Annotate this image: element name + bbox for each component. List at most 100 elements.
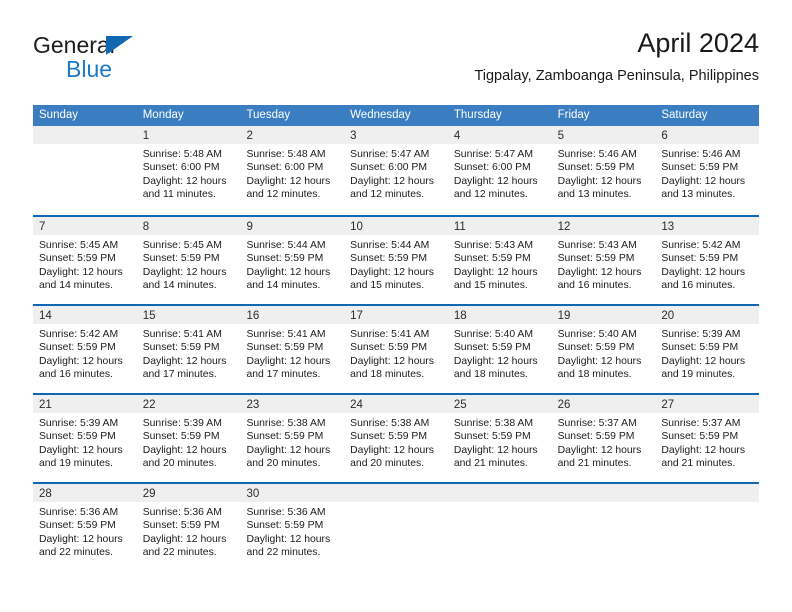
day-details: Sunrise: 5:45 AM Sunset: 5:59 PM Daylight:…: [137, 235, 241, 293]
day-number-band: 21: [33, 395, 137, 413]
day-details: Sunrise: 5:37 AM Sunset: 5:59 PM Daylight:…: [552, 413, 656, 471]
calendar-day-cell[interactable]: 3 Sunrise: 5:47 AM Sunset: 6:00 PM Daylight…: [344, 126, 448, 215]
day-details: Sunrise: 5:42 AM Sunset: 5:59 PM Daylight:…: [655, 235, 759, 293]
day-number-band: 22: [136, 395, 241, 413]
general-blue-logo[interactable]: General Blue: [33, 32, 183, 90]
sunrise-text: Sunrise: 5:36 AM: [142, 507, 222, 518]
day-number-band: 27: [655, 395, 760, 413]
daylight-text-line2: and 20 minutes.: [142, 458, 217, 470]
day-details: Sunrise: 5:38 AM Sunset: 5:59 PM Daylight:…: [240, 413, 344, 471]
sunset-text: Sunset: 5:59 PM: [661, 162, 739, 174]
calendar-day-cell[interactable]: 28 Sunrise: 5:36 AM Sunset: 5:59 PM Dayligh…: [33, 484, 137, 571]
calendar-day-cell[interactable]: 21 Sunrise: 5:39 AM Sunset: 5:59 PM Dayligh…: [33, 395, 137, 482]
sunrise-text: Sunrise: 5:47 AM: [453, 149, 534, 160]
calendar-day-cell[interactable]: 22 Sunrise: 5:39 AM Sunset: 5:59 PM Dayligh…: [136, 395, 241, 482]
day-number-band: 9: [240, 217, 345, 235]
daylight-text-line1: Daylight: 12 hours: [142, 355, 227, 367]
sunrise-text: Sunrise: 5:39 AM: [142, 418, 222, 429]
weekday-header-friday: Friday: [557, 109, 590, 121]
daylight-text-line2: and 12 minutes.: [246, 189, 321, 201]
daylight-text-line1: Daylight: 12 hours: [246, 355, 331, 367]
day-details: Sunrise: 5:46 AM Sunset: 5:59 PM Daylight:…: [552, 144, 656, 202]
calendar-day-cell[interactable]: 2 Sunrise: 5:48 AM Sunset: 6:00 PM Daylight…: [240, 126, 345, 215]
calendar-week-row: 1 Sunrise: 5:48 AM Sunset: 6:00 PM Daylight…: [33, 126, 760, 215]
calendar-day-cell[interactable]: 18 Sunrise: 5:40 AM Sunset: 5:59 PM Dayligh…: [447, 306, 552, 393]
calendar-day-cell[interactable]: 30 Sunrise: 5:36 AM Sunset: 5:59 PM Dayligh…: [240, 484, 345, 571]
daylight-text-line2: and 19 minutes.: [39, 458, 113, 470]
calendar-day-cell-empty: [447, 484, 552, 571]
day-number: 4: [453, 130, 461, 142]
sunrise-text: Sunrise: 5:36 AM: [246, 507, 326, 518]
calendar-day-cell[interactable]: 29 Sunrise: 5:36 AM Sunset: 5:59 PM Dayligh…: [136, 484, 241, 571]
day-details: Sunrise: 5:39 AM Sunset: 5:59 PM Daylight:…: [137, 413, 241, 471]
day-number-band: [447, 484, 552, 502]
day-details: Sunrise: 5:40 AM Sunset: 5:59 PM Daylight:…: [448, 324, 552, 382]
calendar-day-cell[interactable]: 15 Sunrise: 5:41 AM Sunset: 5:59 PM Dayligh…: [136, 306, 241, 393]
day-number-band: [344, 484, 448, 502]
day-number: 22: [142, 399, 156, 411]
calendar-day-cell[interactable]: 26 Sunrise: 5:37 AM Sunset: 5:59 PM Dayligh…: [551, 395, 656, 482]
day-details: Sunrise: 5:43 AM Sunset: 5:59 PM Daylight:…: [448, 235, 552, 293]
sunset-text: Sunset: 5:59 PM: [246, 342, 324, 354]
day-number-band: 7: [33, 217, 137, 235]
daylight-text-line1: Daylight: 12 hours: [246, 266, 331, 278]
sunrise-text: Sunrise: 5:46 AM: [661, 149, 741, 160]
calendar-day-cell[interactable]: 19 Sunrise: 5:40 AM Sunset: 5:59 PM Dayligh…: [551, 306, 656, 393]
calendar-day-cell[interactable]: 9 Sunrise: 5:44 AM Sunset: 5:59 PM Daylight…: [240, 217, 345, 304]
calendar-week-row: 14 Sunrise: 5:42 AM Sunset: 5:59 PM Dayligh…: [33, 304, 760, 393]
day-number-band: 8: [136, 217, 241, 235]
calendar-day-cell[interactable]: 8 Sunrise: 5:45 AM Sunset: 5:59 PM Daylight…: [136, 217, 241, 304]
day-number-band: 14: [33, 306, 137, 324]
weekday-header-saturday: Saturday: [661, 109, 708, 121]
sunrise-text: Sunrise: 5:37 AM: [557, 418, 637, 429]
day-number: 14: [39, 310, 52, 322]
calendar-day-cell[interactable]: 20 Sunrise: 5:39 AM Sunset: 5:59 PM Dayligh…: [655, 306, 760, 393]
calendar-day-cell[interactable]: 10 Sunrise: 5:44 AM Sunset: 5:59 PM Dayligh…: [344, 217, 448, 304]
calendar-day-cell[interactable]: 13 Sunrise: 5:42 AM Sunset: 5:59 PM Dayligh…: [655, 217, 760, 304]
daylight-text-line1: Daylight: 12 hours: [246, 444, 331, 456]
calendar-day-cell[interactable]: 11 Sunrise: 5:43 AM Sunset: 5:59 PM Dayligh…: [447, 217, 552, 304]
calendar-day-cell[interactable]: 7 Sunrise: 5:45 AM Sunset: 5:59 PM Daylight…: [33, 217, 137, 304]
calendar-day-cell[interactable]: 27 Sunrise: 5:37 AM Sunset: 5:59 PM Dayligh…: [655, 395, 760, 482]
calendar-day-cell[interactable]: 6 Sunrise: 5:46 AM Sunset: 5:59 PM Daylight…: [655, 126, 760, 215]
day-number: 12: [557, 221, 571, 233]
day-number-band: 12: [551, 217, 656, 235]
calendar-day-cell-empty: [344, 484, 448, 571]
calendar-day-cell[interactable]: 24 Sunrise: 5:38 AM Sunset: 5:59 PM Dayligh…: [344, 395, 448, 482]
daylight-text-line2: and 18 minutes.: [557, 369, 632, 381]
daylight-text-line2: and 22 minutes.: [142, 547, 217, 559]
calendar-day-cell[interactable]: 25 Sunrise: 5:38 AM Sunset: 5:59 PM Dayligh…: [447, 395, 552, 482]
daylight-text-line1: Daylight: 12 hours: [557, 355, 642, 367]
day-details: Sunrise: 5:41 AM Sunset: 5:59 PM Daylight:…: [240, 324, 344, 382]
calendar-day-cell[interactable]: 14 Sunrise: 5:42 AM Sunset: 5:59 PM Dayligh…: [33, 306, 137, 393]
daylight-text-line2: and 17 minutes.: [246, 369, 321, 381]
calendar-day-cell-empty: [655, 484, 760, 571]
day-number: 1: [142, 130, 150, 142]
sunset-text: Sunset: 5:59 PM: [661, 342, 739, 354]
sunrise-text: Sunrise: 5:44 AM: [350, 240, 430, 251]
calendar-day-cell[interactable]: 16 Sunrise: 5:41 AM Sunset: 5:59 PM Dayligh…: [240, 306, 345, 393]
daylight-text-line1: Daylight: 12 hours: [142, 175, 227, 187]
day-number: 28: [39, 488, 52, 500]
page-header: General Blue April 2024 Tigpalay, Zamboa…: [33, 26, 759, 96]
calendar-day-cell[interactable]: 23 Sunrise: 5:38 AM Sunset: 5:59 PM Dayligh…: [240, 395, 345, 482]
sunset-text: Sunset: 6:00 PM: [142, 162, 220, 174]
day-details: Sunrise: 5:43 AM Sunset: 5:59 PM Daylight:…: [552, 235, 656, 293]
day-number-band: 15: [136, 306, 241, 324]
title-block: April 2024 Tigpalay, Zamboanga Peninsula…: [474, 26, 759, 85]
sunrise-text: Sunrise: 5:47 AM: [350, 149, 430, 160]
weekday-header-tuesday: Tuesday: [246, 109, 291, 121]
calendar-day-cell[interactable]: 4 Sunrise: 5:47 AM Sunset: 6:00 PM Daylight…: [447, 126, 552, 215]
sunset-text: Sunset: 5:59 PM: [246, 520, 324, 532]
sunrise-text: Sunrise: 5:41 AM: [350, 329, 430, 340]
day-number: 26: [557, 399, 571, 411]
calendar-weeks: 1 Sunrise: 5:48 AM Sunset: 6:00 PM Daylight…: [33, 126, 760, 571]
calendar-day-cell[interactable]: 17 Sunrise: 5:41 AM Sunset: 5:59 PM Dayligh…: [344, 306, 448, 393]
sunrise-text: Sunrise: 5:46 AM: [557, 149, 637, 160]
day-number: 21: [39, 399, 52, 411]
day-number: 8: [142, 221, 150, 233]
daylight-text-line2: and 22 minutes.: [246, 547, 321, 559]
calendar-day-cell[interactable]: 1 Sunrise: 5:48 AM Sunset: 6:00 PM Daylight…: [136, 126, 241, 215]
calendar-day-cell[interactable]: 12 Sunrise: 5:43 AM Sunset: 5:59 PM Dayligh…: [551, 217, 656, 304]
calendar-day-cell[interactable]: 5 Sunrise: 5:46 AM Sunset: 5:59 PM Daylight…: [551, 126, 656, 215]
